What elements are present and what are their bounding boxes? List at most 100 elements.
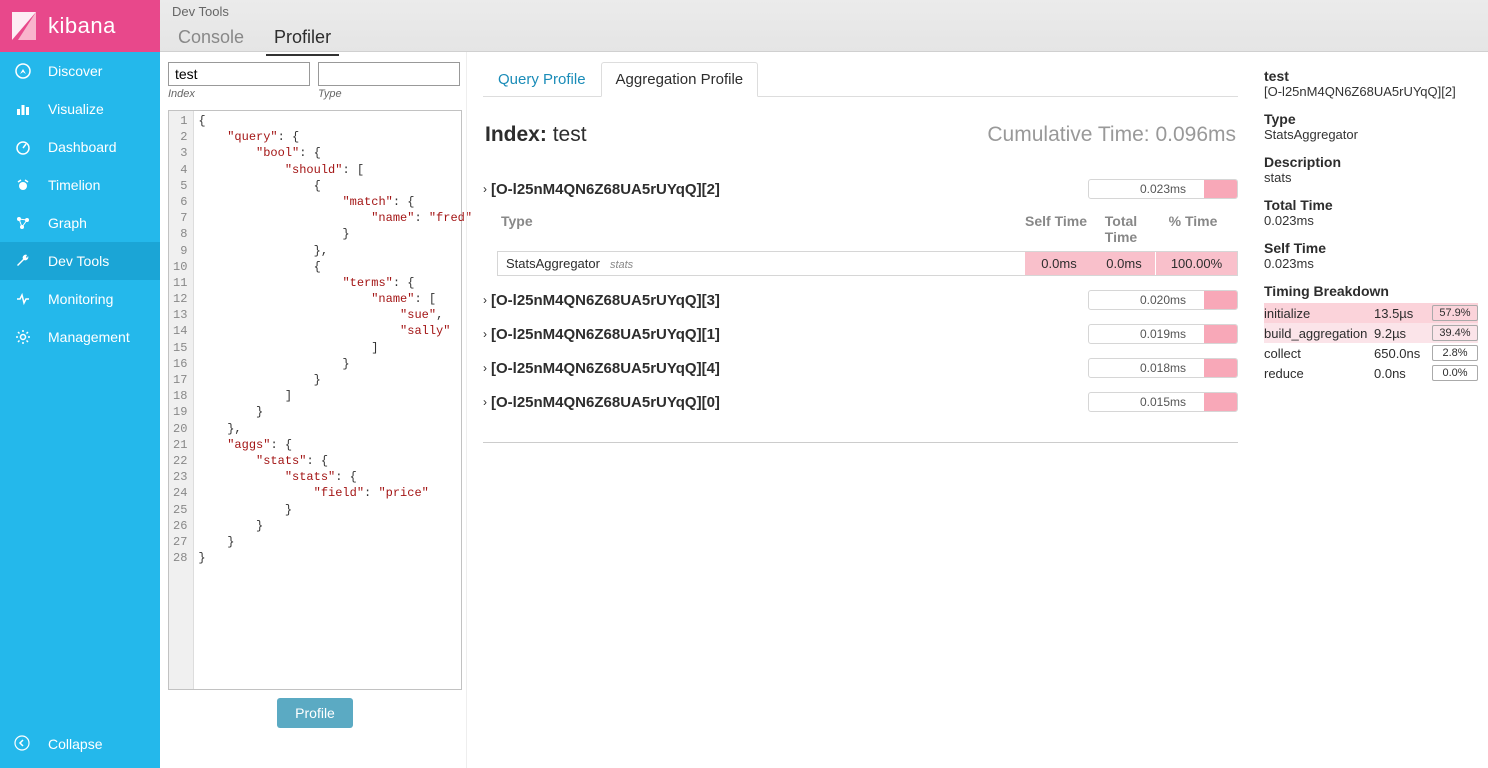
shard-row[interactable]: › [O-l25nM4QN6Z68UA5rUYqQ][0] 0.015ms bbox=[483, 392, 1238, 412]
index-input[interactable] bbox=[168, 62, 310, 86]
kibana-logo-icon bbox=[8, 10, 40, 42]
shard-name[interactable]: [O-l25nM4QN6Z68UA5rUYqQ][3] bbox=[491, 292, 1088, 309]
shard-row[interactable]: › [O-l25nM4QN6Z68UA5rUYqQ][2] 0.023ms bbox=[483, 179, 1238, 199]
detail-name: test bbox=[1264, 68, 1478, 84]
cumulative-time-value: 0.096ms bbox=[1155, 123, 1236, 146]
sidebar-item-label: Dev Tools bbox=[48, 253, 109, 269]
shard-time-bar: 0.023ms bbox=[1088, 179, 1238, 199]
sidebar-item-devtools[interactable]: Dev Tools bbox=[0, 242, 160, 280]
type-input-group: Type bbox=[318, 62, 460, 100]
detail-id: [O-l25nM4QN6Z68UA5rUYqQ][2] bbox=[1264, 84, 1478, 99]
tab-aggregation-profile[interactable]: Aggregation Profile bbox=[601, 62, 759, 97]
breakdown-pct: 2.8% bbox=[1432, 345, 1478, 361]
logo-text: kibana bbox=[48, 13, 116, 39]
breakdown-row: reduce 0.0ns 0.0% bbox=[1264, 363, 1478, 383]
breakdown-row: build_aggregation 9.2µs 39.4% bbox=[1264, 323, 1478, 343]
shard-row[interactable]: › [O-l25nM4QN6Z68UA5rUYqQ][3] 0.020ms bbox=[483, 290, 1238, 310]
chevron-right-icon[interactable]: › bbox=[483, 182, 487, 196]
collapse-label: Collapse bbox=[48, 736, 102, 752]
aggregation-table: Type Self Time Total Time % Time StatsAg… bbox=[497, 207, 1238, 276]
col-self-header: Self Time bbox=[1022, 213, 1090, 245]
timelion-icon bbox=[14, 176, 32, 194]
editor-code[interactable]: { "query": { "bool": { "should": [ { "ma… bbox=[194, 111, 476, 689]
content: Index Type 1 2 3 4 5 6 7 8 9 10 11 12 13… bbox=[160, 52, 1488, 768]
sidebar-item-dashboard[interactable]: Dashboard bbox=[0, 128, 160, 166]
detail-desc-value: stats bbox=[1264, 170, 1478, 185]
center-column: Query Profile Aggregation Profile Index:… bbox=[466, 52, 1254, 768]
breakdown-time: 9.2µs bbox=[1374, 326, 1432, 341]
detail-total-value: 0.023ms bbox=[1264, 213, 1478, 228]
chevron-right-icon[interactable]: › bbox=[483, 293, 487, 307]
gear-icon bbox=[14, 328, 32, 346]
monitor-icon bbox=[14, 290, 32, 308]
tab-query-profile[interactable]: Query Profile bbox=[483, 62, 601, 97]
detail-total-label: Total Time bbox=[1264, 197, 1478, 213]
table-row[interactable]: StatsAggregatorstats 0.0ms 0.0ms 100.00% bbox=[497, 251, 1238, 276]
breakdown-pct: 0.0% bbox=[1432, 365, 1478, 381]
chevron-right-icon[interactable]: › bbox=[483, 395, 487, 409]
sidebar-item-label: Timelion bbox=[48, 177, 100, 193]
sidebar-item-discover[interactable]: Discover bbox=[0, 52, 160, 90]
breakdown-time: 650.0ns bbox=[1374, 346, 1432, 361]
chevron-right-icon[interactable]: › bbox=[483, 327, 487, 341]
shard-time-bar: 0.018ms bbox=[1088, 358, 1238, 378]
detail-type-value: StatsAggregator bbox=[1264, 127, 1478, 142]
shard-time-bar: 0.019ms bbox=[1088, 324, 1238, 344]
shard-row[interactable]: › [O-l25nM4QN6Z68UA5rUYqQ][1] 0.019ms bbox=[483, 324, 1238, 344]
main: Dev Tools Console Profiler Index Type 1 … bbox=[160, 0, 1488, 768]
sidebar-item-monitoring[interactable]: Monitoring bbox=[0, 280, 160, 318]
dashboard-icon bbox=[14, 138, 32, 156]
index-label: Index: bbox=[485, 123, 547, 146]
type-input[interactable] bbox=[318, 62, 460, 86]
sidebar-item-label: Monitoring bbox=[48, 291, 113, 307]
detail-self-value: 0.023ms bbox=[1264, 256, 1478, 271]
sidebar-item-label: Visualize bbox=[48, 101, 104, 117]
shard-name[interactable]: [O-l25nM4QN6Z68UA5rUYqQ][0] bbox=[491, 394, 1088, 411]
breakdown-time: 13.5µs bbox=[1374, 306, 1432, 321]
sidebar-item-label: Dashboard bbox=[48, 139, 117, 155]
shard-time-bar: 0.015ms bbox=[1088, 392, 1238, 412]
shard-name[interactable]: [O-l25nM4QN6Z68UA5rUYqQ][4] bbox=[491, 360, 1088, 377]
collapse-button[interactable]: Collapse bbox=[0, 720, 160, 768]
cumulative-time-label: Cumulative Time: bbox=[987, 123, 1149, 146]
logo[interactable]: kibana bbox=[0, 0, 160, 52]
graph-icon bbox=[14, 214, 32, 232]
query-editor[interactable]: 1 2 3 4 5 6 7 8 9 10 11 12 13 14 15 16 1… bbox=[168, 110, 462, 690]
shards-list: › [O-l25nM4QN6Z68UA5rUYqQ][2] 0.023ms Ty… bbox=[483, 165, 1238, 420]
breakdown-name: build_aggregation bbox=[1264, 326, 1374, 341]
breakdown-name: collect bbox=[1264, 346, 1374, 361]
compass-icon bbox=[14, 62, 32, 80]
shard-name[interactable]: [O-l25nM4QN6Z68UA5rUYqQ][2] bbox=[491, 181, 1088, 198]
breakdown-pct: 39.4% bbox=[1432, 325, 1478, 341]
sidebar-item-management[interactable]: Management bbox=[0, 318, 160, 356]
type-label: Type bbox=[318, 88, 460, 100]
sidebar-item-timelion[interactable]: Timelion bbox=[0, 166, 160, 204]
chevron-left-icon bbox=[14, 735, 32, 753]
page-title: Dev Tools bbox=[160, 4, 1488, 23]
sidebar-item-visualize[interactable]: Visualize bbox=[0, 90, 160, 128]
left-column: Index Type 1 2 3 4 5 6 7 8 9 10 11 12 13… bbox=[160, 52, 466, 768]
sidebar-item-graph[interactable]: Graph bbox=[0, 204, 160, 242]
col-total-header: Total Time bbox=[1090, 213, 1152, 245]
breakdown-name: reduce bbox=[1264, 366, 1374, 381]
sidebar: kibana Discover Visualize Dashboard Time… bbox=[0, 0, 160, 768]
breakdown-row: initialize 13.5µs 57.9% bbox=[1264, 303, 1478, 323]
profile-button[interactable]: Profile bbox=[277, 698, 353, 728]
col-pct-header: % Time bbox=[1152, 213, 1234, 245]
chevron-right-icon[interactable]: › bbox=[483, 361, 487, 375]
shard-row[interactable]: › [O-l25nM4QN6Z68UA5rUYqQ][4] 0.018ms bbox=[483, 358, 1238, 378]
sidebar-item-label: Management bbox=[48, 329, 130, 345]
detail-desc-label: Description bbox=[1264, 154, 1478, 170]
index-header: Index: test Cumulative Time: 0.096ms bbox=[485, 123, 1236, 147]
shard-name[interactable]: [O-l25nM4QN6Z68UA5rUYqQ][1] bbox=[491, 326, 1088, 343]
shard-time-bar: 0.020ms bbox=[1088, 290, 1238, 310]
profile-tabs: Query Profile Aggregation Profile bbox=[483, 62, 1238, 97]
toolbar: Dev Tools Console Profiler bbox=[160, 0, 1488, 52]
wrench-icon bbox=[14, 252, 32, 270]
breakdown-name: initialize bbox=[1264, 306, 1374, 321]
breakdown-row: collect 650.0ns 2.8% bbox=[1264, 343, 1478, 363]
breakdown-pct: 57.9% bbox=[1432, 305, 1478, 321]
detail-type-label: Type bbox=[1264, 111, 1478, 127]
timing-breakdown-label: Timing Breakdown bbox=[1264, 283, 1478, 299]
col-type-header: Type bbox=[501, 213, 1022, 245]
